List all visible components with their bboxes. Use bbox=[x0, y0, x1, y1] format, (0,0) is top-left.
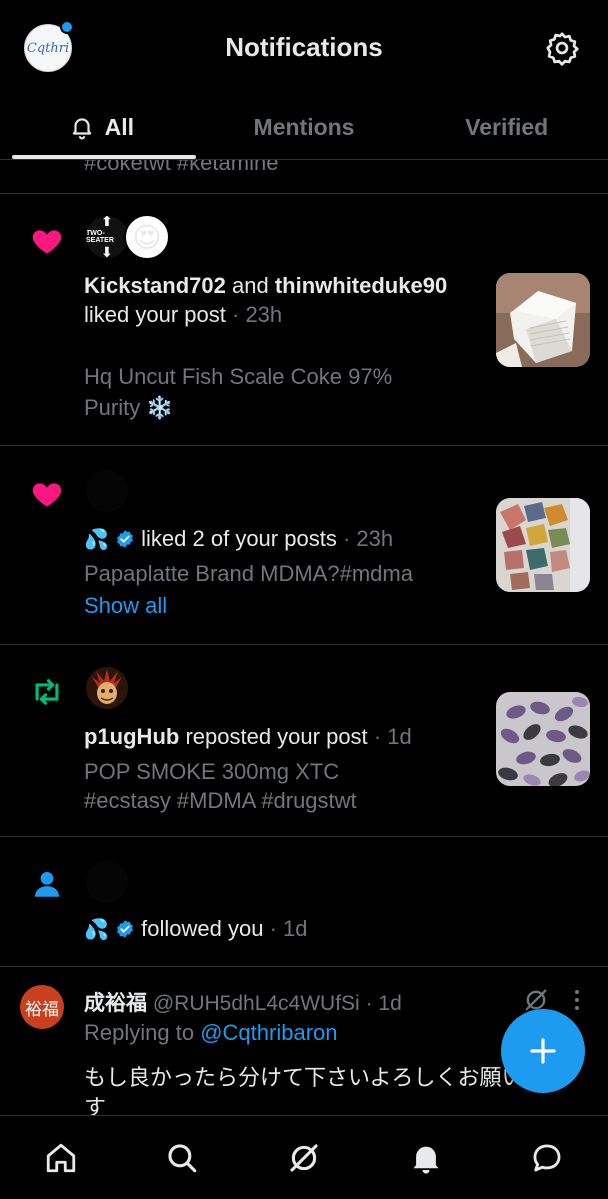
thumbnail-image bbox=[496, 498, 590, 592]
notifications-feed[interactable]: #coketwt #ketamine ⬆ TWO-SEATER ⬇ 😍 Kick… bbox=[0, 160, 608, 1115]
notification-text: 💦 followed you · 1d bbox=[84, 914, 474, 945]
compose-button[interactable] bbox=[501, 1009, 585, 1093]
cut-off-text: #coketwt #ketamine bbox=[84, 160, 279, 175]
verified-badge-icon bbox=[117, 530, 133, 548]
nav-search[interactable] bbox=[122, 1116, 244, 1199]
user-name[interactable]: Kickstand702 bbox=[84, 273, 226, 298]
notification-item[interactable]: p1ugHub reposted your post · 1d POP SMOK… bbox=[0, 644, 608, 836]
page-title: Notifications bbox=[225, 32, 383, 62]
show-all-link[interactable]: Show all bbox=[84, 593, 167, 619]
tab-verified[interactable]: Verified bbox=[405, 96, 608, 158]
bottom-nav bbox=[0, 1115, 608, 1199]
timestamp: 1d bbox=[378, 992, 402, 1015]
post-thumbnail[interactable] bbox=[496, 692, 590, 786]
nav-notifications[interactable] bbox=[365, 1116, 487, 1199]
tab-label: Verified bbox=[465, 113, 549, 140]
action-text: reposted your post bbox=[185, 724, 368, 749]
notification-text: 💦 liked 2 of your posts · 23h bbox=[84, 524, 474, 555]
actor-avatars bbox=[84, 468, 130, 514]
post-thumbnail[interactable] bbox=[496, 498, 590, 592]
search-icon bbox=[168, 1143, 197, 1172]
gear-icon[interactable] bbox=[544, 30, 580, 66]
avatar[interactable] bbox=[84, 468, 130, 514]
notification-tabs: All Mentions Verified bbox=[0, 96, 608, 158]
tab-label: All bbox=[104, 113, 135, 140]
notifications-icon bbox=[413, 1146, 439, 1174]
heart-icon bbox=[32, 230, 62, 254]
notification-item[interactable]: 💦 followed you · 1d bbox=[0, 836, 608, 966]
preview-line: #ecstasy #MDMA #drugstwt bbox=[84, 788, 357, 813]
tab-label: Mentions bbox=[253, 113, 355, 140]
heart-icon bbox=[32, 483, 62, 507]
notification-item[interactable]: ⬆ TWO-SEATER ⬇ 😍 Kickstand702 and thinwh… bbox=[0, 193, 608, 445]
avatar-image bbox=[86, 667, 128, 709]
more-options-icon[interactable] bbox=[572, 988, 582, 1012]
separator: · bbox=[373, 724, 382, 749]
plus-icon bbox=[530, 1038, 556, 1064]
home-icon bbox=[46, 1143, 75, 1172]
notification-text: p1ugHub reposted your post · 1d bbox=[84, 722, 474, 751]
post-preview: POP SMOKE 300mg XTC #ecstasy #MDMA #drug… bbox=[84, 757, 484, 815]
user-name[interactable]: thinwhiteduke90 bbox=[275, 273, 447, 298]
user-emoji[interactable]: 💦 bbox=[84, 919, 109, 941]
separator: · bbox=[365, 992, 373, 1015]
separator: · bbox=[231, 302, 240, 327]
bell-icon bbox=[72, 118, 91, 140]
separator: · bbox=[342, 526, 351, 551]
person-icon bbox=[34, 871, 60, 897]
preview-line: Purity bbox=[84, 395, 141, 420]
action-text: followed you bbox=[141, 916, 264, 941]
notification-item[interactable]: 💦 liked 2 of your posts · 23h Papaplatte… bbox=[0, 445, 608, 644]
timestamp: 1d bbox=[387, 724, 412, 749]
avatar[interactable]: 😍 bbox=[124, 214, 170, 260]
reply-header: 成裕福 @RUH5dhL4c4WUfSi · 1d bbox=[84, 987, 402, 1017]
preview-line: Hq Uncut Fish Scale Coke 97% bbox=[84, 364, 393, 389]
connector-text: and bbox=[231, 273, 269, 298]
top-bar: Cqthri Notifications All Mentions Verifi… bbox=[0, 0, 608, 160]
handle[interactable]: @RUH5dhL4c4WUfSi bbox=[153, 992, 360, 1015]
divider bbox=[0, 159, 608, 160]
replying-prefix: Replying to bbox=[84, 1020, 195, 1045]
post-preview: Hq Uncut Fish Scale Coke 97% Purity ❄️ bbox=[84, 361, 484, 423]
timestamp: 1d bbox=[283, 916, 308, 941]
actor-avatars: ⬆ TWO-SEATER ⬇ 😍 bbox=[84, 214, 170, 260]
thumbnail-image bbox=[496, 273, 590, 367]
separator: · bbox=[269, 916, 277, 941]
avatar-text: TWO-SEATER bbox=[86, 230, 114, 244]
grok-icon bbox=[290, 1143, 318, 1172]
notifications-screen: Cqthri Notifications All Mentions Verifi… bbox=[0, 0, 608, 1199]
verified-badge-icon bbox=[117, 920, 133, 938]
mention-link[interactable]: @Cqthribaron bbox=[200, 1020, 337, 1045]
repost-icon bbox=[35, 679, 59, 705]
tab-all[interactable]: All bbox=[0, 96, 203, 158]
action-text: liked 2 of your posts bbox=[141, 526, 337, 551]
user-emoji[interactable]: 💦 bbox=[84, 529, 109, 551]
avatar[interactable]: 裕福 bbox=[20, 985, 64, 1029]
notification-text: Kickstand702 and thinwhiteduke90 liked y… bbox=[84, 271, 474, 329]
action-text: liked your post bbox=[84, 302, 226, 327]
display-name[interactable]: 成裕福 bbox=[84, 992, 147, 1015]
emoji-avatar: 😍 bbox=[132, 221, 162, 253]
post-preview: Papaplatte Brand MDMA?#mdma bbox=[84, 561, 413, 586]
actor-avatars bbox=[84, 665, 130, 711]
timestamp: 23h bbox=[245, 302, 283, 327]
replying-to: Replying to @Cqthribaron bbox=[84, 1020, 338, 1046]
timestamp: 23h bbox=[356, 526, 394, 551]
avatar[interactable] bbox=[84, 665, 130, 711]
post-thumbnail[interactable] bbox=[496, 273, 590, 367]
snowflake-emoji: ❄️ bbox=[146, 395, 174, 420]
avatar[interactable] bbox=[84, 859, 130, 905]
nav-messages[interactable] bbox=[486, 1116, 608, 1199]
nav-grok[interactable] bbox=[243, 1116, 365, 1199]
actor-avatars bbox=[84, 859, 130, 905]
preview-line: POP SMOKE 300mg XTC bbox=[84, 759, 340, 784]
tab-mentions[interactable]: Mentions bbox=[203, 96, 406, 158]
thumbnail-image bbox=[496, 692, 590, 786]
user-name[interactable]: p1ugHub bbox=[84, 724, 179, 749]
nav-home[interactable] bbox=[0, 1116, 122, 1199]
messages-icon bbox=[533, 1144, 561, 1171]
